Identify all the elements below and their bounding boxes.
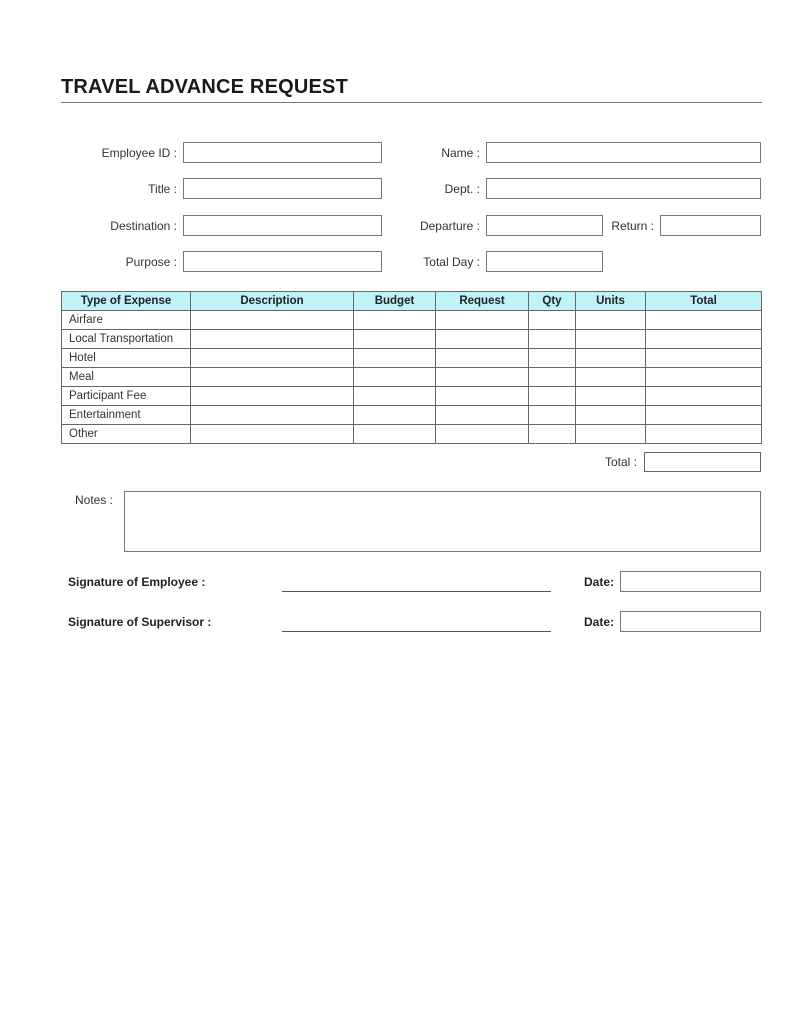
- departure-label: Departure :: [419, 219, 480, 233]
- supervisor-date-field[interactable]: [620, 611, 761, 632]
- destination-field[interactable]: [183, 215, 382, 236]
- title-field[interactable]: [183, 178, 382, 199]
- column-header: Budget: [353, 291, 436, 311]
- table-row: Airfare: [61, 310, 762, 330]
- total-day-label: Total Day :: [423, 255, 480, 269]
- purpose-label: Purpose :: [125, 255, 177, 269]
- expense-input-cell[interactable]: [528, 329, 576, 349]
- expense-input-cell[interactable]: [435, 386, 529, 406]
- table-row: Hotel: [61, 348, 762, 368]
- table-header-row: Type of Expense Description Budget Reque…: [61, 291, 762, 311]
- expense-input-cell[interactable]: [435, 367, 529, 387]
- expense-input-cell[interactable]: [190, 405, 354, 425]
- expense-input-cell[interactable]: [190, 386, 354, 406]
- expense-input-cell[interactable]: [528, 405, 576, 425]
- expense-type-cell: Participant Fee: [61, 386, 191, 406]
- expense-input-cell[interactable]: [353, 405, 436, 425]
- expense-type-cell: Other: [61, 424, 191, 444]
- expense-type-cell: Hotel: [61, 348, 191, 368]
- employee-date-label: Date:: [584, 575, 615, 589]
- expense-input-cell[interactable]: [645, 386, 762, 406]
- notes-field[interactable]: [124, 491, 761, 552]
- column-header: Total: [645, 291, 762, 311]
- expense-input-cell[interactable]: [435, 310, 529, 330]
- expense-input-cell[interactable]: [190, 348, 354, 368]
- expense-input-cell[interactable]: [575, 348, 646, 368]
- expense-input-cell[interactable]: [575, 424, 646, 444]
- expense-input-cell[interactable]: [528, 310, 576, 330]
- expense-input-cell[interactable]: [575, 405, 646, 425]
- expense-input-cell[interactable]: [435, 329, 529, 349]
- employee-id-field[interactable]: [183, 142, 382, 163]
- table-row: Other: [61, 424, 762, 444]
- table-row: Participant Fee: [61, 386, 762, 406]
- expense-type-cell: Local Transportation: [61, 329, 191, 349]
- dept-field[interactable]: [486, 178, 761, 199]
- expense-input-cell[interactable]: [353, 348, 436, 368]
- supervisor-signature-label: Signature of Supervisor :: [68, 615, 212, 629]
- expense-input-cell[interactable]: [575, 386, 646, 406]
- notes-label: Notes :: [74, 493, 113, 507]
- column-header: Qty: [528, 291, 576, 311]
- expense-input-cell[interactable]: [528, 348, 576, 368]
- expense-input-cell[interactable]: [528, 386, 576, 406]
- expense-input-cell[interactable]: [353, 386, 436, 406]
- expense-type-cell: Meal: [61, 367, 191, 387]
- employee-id-label: Employee ID :: [101, 146, 177, 160]
- expense-input-cell[interactable]: [190, 310, 354, 330]
- total-day-field[interactable]: [486, 251, 603, 272]
- departure-field[interactable]: [486, 215, 603, 236]
- expense-input-cell[interactable]: [645, 405, 762, 425]
- table-row: Local Transportation: [61, 329, 762, 349]
- expense-input-cell[interactable]: [353, 367, 436, 387]
- expense-input-cell[interactable]: [645, 367, 762, 387]
- expense-type-cell: Entertainment: [61, 405, 191, 425]
- expense-input-cell[interactable]: [645, 329, 762, 349]
- expense-input-cell[interactable]: [645, 310, 762, 330]
- title-label: Title :: [148, 182, 177, 196]
- expense-input-cell[interactable]: [528, 424, 576, 444]
- expense-input-cell[interactable]: [435, 405, 529, 425]
- table-row: Meal: [61, 367, 762, 387]
- expense-type-cell: Airfare: [61, 310, 191, 330]
- employee-date-field[interactable]: [620, 571, 761, 592]
- return-field[interactable]: [660, 215, 761, 236]
- expense-input-cell[interactable]: [645, 348, 762, 368]
- purpose-field[interactable]: [183, 251, 382, 272]
- expense-input-cell[interactable]: [353, 424, 436, 444]
- expense-input-cell[interactable]: [353, 310, 436, 330]
- employee-signature-line[interactable]: [282, 591, 551, 592]
- expense-input-cell[interactable]: [353, 329, 436, 349]
- expense-input-cell[interactable]: [575, 367, 646, 387]
- expense-input-cell[interactable]: [190, 424, 354, 444]
- title-divider: [61, 102, 762, 103]
- expense-input-cell[interactable]: [190, 329, 354, 349]
- expense-table: Type of Expense Description Budget Reque…: [61, 291, 762, 444]
- supervisor-signature-line[interactable]: [282, 631, 551, 632]
- column-header: Request: [435, 291, 529, 311]
- name-field[interactable]: [486, 142, 761, 163]
- table-row: Entertainment: [61, 405, 762, 425]
- return-label: Return :: [611, 219, 654, 233]
- form-title: TRAVEL ADVANCE REQUEST: [61, 76, 349, 98]
- grand-total-label: Total :: [604, 455, 637, 469]
- column-header: Units: [575, 291, 646, 311]
- supervisor-date-label: Date:: [584, 615, 615, 629]
- expense-input-cell[interactable]: [435, 424, 529, 444]
- expense-input-cell[interactable]: [528, 367, 576, 387]
- destination-label: Destination :: [110, 219, 177, 233]
- employee-signature-label: Signature of Employee :: [68, 575, 206, 589]
- expense-input-cell[interactable]: [575, 329, 646, 349]
- dept-label: Dept. :: [444, 182, 480, 196]
- name-label: Name :: [441, 146, 480, 160]
- column-header: Description: [190, 291, 354, 311]
- column-header: Type of Expense: [61, 291, 191, 311]
- expense-input-cell[interactable]: [645, 424, 762, 444]
- expense-input-cell[interactable]: [575, 310, 646, 330]
- grand-total-field[interactable]: [644, 452, 761, 472]
- expense-input-cell[interactable]: [435, 348, 529, 368]
- expense-input-cell[interactable]: [190, 367, 354, 387]
